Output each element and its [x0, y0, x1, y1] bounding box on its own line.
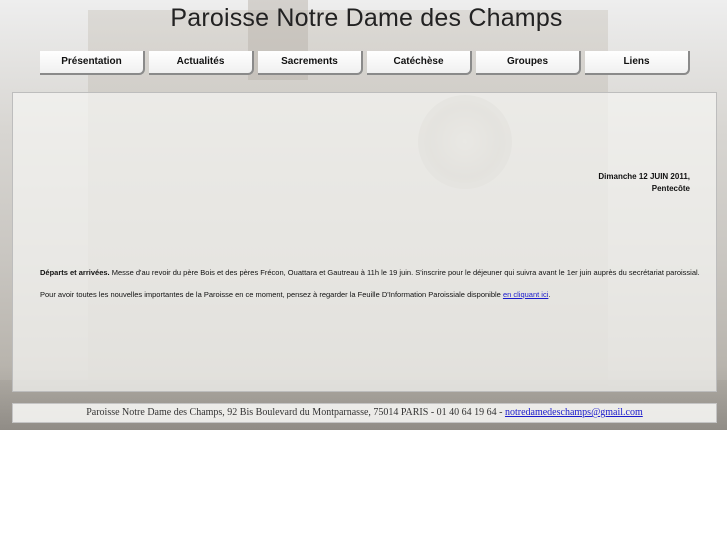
liturgical-date: Dimanche 12 JUIN 2011, Pentecôte [598, 171, 690, 195]
nav-sacrements[interactable]: Sacrements [258, 51, 363, 75]
nav-liens[interactable]: Liens [585, 51, 690, 75]
nav-catechese[interactable]: Catéchèse [367, 51, 472, 75]
date-line: Dimanche 12 JUIN 2011, [598, 172, 690, 181]
site-title: Paroisse Notre Dame des Champs [170, 4, 563, 32]
info-end: . [548, 290, 551, 299]
info-text: Pour avoir toutes les nouvelles importan… [40, 290, 503, 299]
nav-actualites[interactable]: Actualités [149, 51, 254, 75]
nav-presentation[interactable]: Présentation [40, 51, 145, 75]
departures-text: Messe d'au revoir du père Bois et des pè… [109, 268, 700, 277]
feast-line: Pentecôte [651, 184, 690, 193]
nav-groupes[interactable]: Groupes [476, 51, 581, 75]
info-paragraph: Pour avoir toutes les nouvelles importan… [40, 289, 710, 301]
info-sheet-link[interactable]: en cliquant ici [503, 290, 548, 299]
content-panel: Dimanche 12 JUIN 2011, Pentecôte Départs… [12, 92, 717, 392]
footer: Paroisse Notre Dame des Champs, 92 Bis B… [12, 403, 717, 423]
departures-heading: Départs et arrivées. [40, 268, 110, 277]
news-section: Départs et arrivées. Messe d'au revoir d… [40, 267, 710, 311]
departures-paragraph: Départs et arrivées. Messe d'au revoir d… [40, 267, 710, 279]
footer-email-link[interactable]: notredamedeschamps@gmail.com [505, 407, 643, 418]
footer-address: Paroisse Notre Dame des Champs, 92 Bis B… [86, 407, 505, 418]
